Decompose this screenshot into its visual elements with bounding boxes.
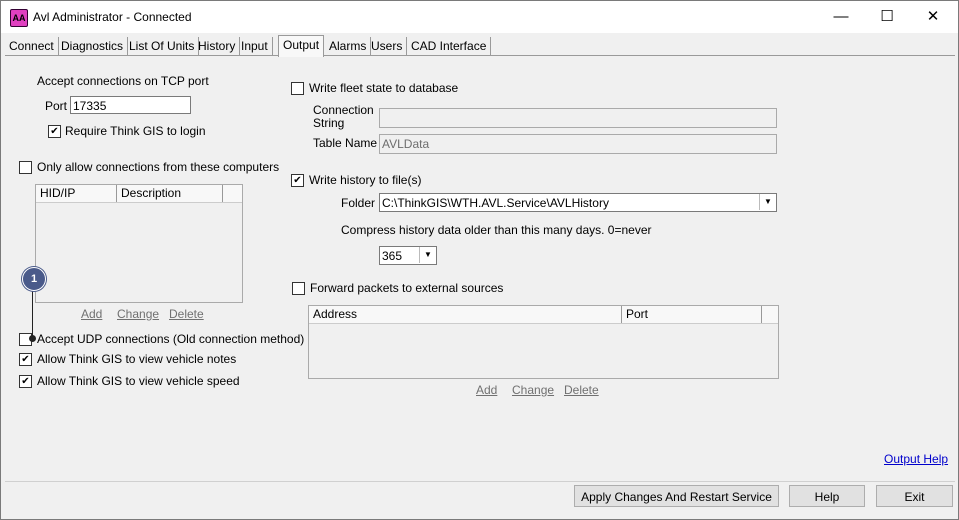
tab-input[interactable]: Input xyxy=(237,37,273,55)
connection-string-label-line2: String xyxy=(313,116,345,130)
exit-button[interactable]: Exit xyxy=(876,485,953,507)
chevron-down-icon[interactable]: ▼ xyxy=(759,194,776,210)
port-label: Port xyxy=(45,99,68,113)
window-title: Avl Administrator - Connected xyxy=(33,10,192,24)
maximize-button[interactable]: ☐ xyxy=(864,1,910,33)
minimize-button[interactable]: — xyxy=(818,1,864,33)
forward-change-link[interactable]: Change xyxy=(512,383,554,397)
hosts-add-link[interactable]: Add xyxy=(81,307,102,321)
tab-cad-interface[interactable]: CAD Interface xyxy=(407,37,492,55)
allowed-hosts-list[interactable]: HID/IP Description xyxy=(35,184,243,303)
tcp-port-heading: Accept connections on TCP port xyxy=(37,74,209,88)
require-login-checkbox[interactable]: ✔ xyxy=(48,125,61,138)
callout-anchor-dot xyxy=(29,335,36,342)
tab-connect[interactable]: Connect xyxy=(5,37,59,55)
tab-users[interactable]: Users xyxy=(367,37,408,55)
column-header-description[interactable]: Description xyxy=(117,185,223,202)
vehicle-notes-checkbox[interactable]: ✔ xyxy=(19,353,32,366)
hosts-delete-link[interactable]: Delete xyxy=(169,307,204,321)
output-help-link[interactable]: Output Help xyxy=(884,452,948,466)
forward-packets-checkbox[interactable] xyxy=(292,282,305,295)
column-header-hid-ip[interactable]: HID/IP xyxy=(36,185,117,202)
forward-sources-header: Address Port xyxy=(309,306,778,324)
tab-output[interactable]: Output xyxy=(278,35,325,57)
column-header-port[interactable]: Port xyxy=(622,306,762,323)
folder-select[interactable]: C:\ThinkGIS\WTH.AVL.Service\AVLHistory ▼ xyxy=(379,193,777,212)
forward-packets-label: Forward packets to external sources xyxy=(310,281,504,295)
tab-diagnostics[interactable]: Diagnostics xyxy=(57,37,129,55)
callout-leader-line xyxy=(32,289,33,337)
help-button[interactable]: Help xyxy=(789,485,865,507)
udp-label: Accept UDP connections (Old connection m… xyxy=(37,332,305,346)
folder-value: C:\ThinkGIS\WTH.AVL.Service\AVLHistory xyxy=(382,196,609,210)
require-login-label: Require Think GIS to login xyxy=(65,124,206,138)
tab-alarms[interactable]: Alarms xyxy=(325,37,372,55)
port-input[interactable]: 17335 xyxy=(70,96,191,114)
hosts-change-link[interactable]: Change xyxy=(117,307,159,321)
compress-days-select[interactable]: 365 ▼ xyxy=(379,246,437,265)
table-name-label: Table Name xyxy=(313,136,378,150)
connection-string-label: Connection xyxy=(313,103,374,117)
callout-badge: 1 xyxy=(22,267,46,291)
forward-add-link[interactable]: Add xyxy=(476,383,497,397)
close-button[interactable]: ✕ xyxy=(910,1,956,33)
vehicle-speed-checkbox[interactable]: ✔ xyxy=(19,375,32,388)
connection-string-input[interactable] xyxy=(379,108,777,128)
write-history-label: Write history to file(s) xyxy=(309,173,422,187)
vehicle-notes-label: Allow Think GIS to view vehicle notes xyxy=(37,352,237,366)
forward-delete-link[interactable]: Delete xyxy=(564,383,599,397)
title-bar: AA Avl Administrator - Connected — ☐ ✕ xyxy=(1,1,958,33)
write-db-label: Write fleet state to database xyxy=(309,81,459,95)
compress-label: Compress history data older than this ma… xyxy=(341,223,652,237)
compress-days-value: 365 xyxy=(382,249,403,263)
write-db-checkbox[interactable] xyxy=(291,82,304,95)
apply-restart-button[interactable]: Apply Changes And Restart Service xyxy=(574,485,779,507)
only-allow-label: Only allow connections from these comput… xyxy=(37,160,280,174)
tab-history[interactable]: History xyxy=(194,37,241,55)
only-allow-checkbox[interactable] xyxy=(19,161,32,174)
write-history-checkbox[interactable]: ✔ xyxy=(291,174,304,187)
vehicle-speed-label: Allow Think GIS to view vehicle speed xyxy=(37,374,240,388)
app-window: AA Avl Administrator - Connected — ☐ ✕ C… xyxy=(0,0,959,520)
column-header-address[interactable]: Address xyxy=(309,306,622,323)
avl-app-icon: AA xyxy=(10,9,28,27)
allowed-hosts-header: HID/IP Description xyxy=(36,185,242,203)
footer-divider xyxy=(5,481,955,482)
table-name-input[interactable]: AVLData xyxy=(379,134,777,154)
chevron-down-icon[interactable]: ▼ xyxy=(419,247,436,263)
tab-list-of-units[interactable]: List Of Units xyxy=(125,37,200,55)
folder-label: Folder xyxy=(341,196,376,210)
forward-sources-list[interactable]: Address Port xyxy=(308,305,779,379)
